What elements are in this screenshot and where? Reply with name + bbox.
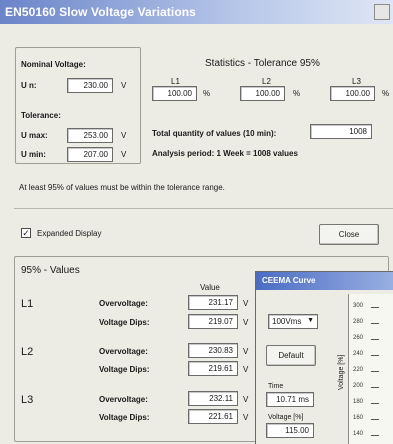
nominal-voltage-label: Nominal Voltage: bbox=[21, 60, 86, 69]
l3-overvoltage-value: 232.11 bbox=[188, 391, 238, 406]
l1-overvoltage-value: 231.17 bbox=[188, 295, 238, 310]
divider bbox=[14, 208, 393, 209]
ceema-range-select-value: 100Vms bbox=[272, 317, 302, 326]
ceema-y-tick-mark bbox=[371, 307, 379, 308]
ceema-y-tick-label: 220 bbox=[353, 367, 364, 373]
umin-input[interactable]: 207.00 bbox=[67, 147, 113, 162]
l3-stat-label: L3 bbox=[352, 77, 361, 86]
ceema-y-tick-label: 280 bbox=[353, 319, 364, 325]
ceema-voltage-label: Voltage [%] bbox=[268, 414, 304, 421]
ceema-y-tick-mark bbox=[371, 419, 379, 420]
ceema-y-tick-mark bbox=[371, 323, 379, 324]
close-button[interactable]: Close bbox=[319, 224, 379, 245]
value-column-header: Value bbox=[200, 283, 220, 292]
l1-dips-unit: V bbox=[243, 318, 249, 327]
un-label: U n: bbox=[21, 81, 37, 90]
l2-stat-unit: % bbox=[293, 89, 301, 98]
l1-overvoltage-label: Overvoltage: bbox=[99, 299, 148, 308]
ceema-y-tick-label: 300 bbox=[353, 303, 364, 309]
l2-overvoltage-label: Overvoltage: bbox=[99, 347, 148, 356]
l1-overvoltage-unit: V bbox=[243, 299, 249, 308]
ceema-plot: 300280260240220200180160140120 bbox=[348, 294, 393, 444]
l2-label: L2 bbox=[21, 346, 34, 358]
umax-unit: V bbox=[121, 131, 127, 140]
umin-unit: V bbox=[121, 150, 127, 159]
ceema-y-tick-mark bbox=[371, 403, 379, 404]
ceema-y-tick-label: 200 bbox=[353, 383, 364, 389]
main-window: EN50160 Slow Voltage Variations Nominal … bbox=[0, 0, 393, 444]
ceema-title: CEEMA Curve bbox=[262, 276, 316, 285]
chevron-down-icon: ▼ bbox=[307, 317, 314, 324]
l3-dips-label: Voltage Dips: bbox=[99, 413, 150, 422]
ceema-y-tick-label: 140 bbox=[353, 431, 364, 437]
analysis-period-text: Analysis period: 1 Week = 1008 values bbox=[152, 149, 298, 158]
ceema-y-axis-label: Voltage [%] bbox=[338, 354, 345, 390]
tolerance-note: At least 95% of values must be within th… bbox=[19, 183, 225, 192]
l3-label: L3 bbox=[21, 394, 34, 406]
ceema-time-label: Time bbox=[268, 383, 284, 390]
umax-label: U max: bbox=[21, 131, 48, 140]
l1-label: L1 bbox=[21, 298, 34, 310]
l3-overvoltage-label: Overvoltage: bbox=[99, 395, 148, 404]
ceema-time-input[interactable]: 10.71 ms bbox=[266, 392, 314, 407]
statistics-title: Statistics - Tolerance 95% bbox=[205, 58, 320, 69]
expanded-display-label: Expanded Display bbox=[37, 229, 102, 238]
l3-dips-value: 221.61 bbox=[188, 409, 238, 424]
l3-stat-value: 100.00 bbox=[330, 86, 375, 101]
l2-overvoltage-unit: V bbox=[243, 347, 249, 356]
l2-stat-value: 100.00 bbox=[240, 86, 285, 101]
ceema-default-button[interactable]: Default bbox=[266, 345, 316, 366]
ceema-y-tick-mark bbox=[371, 355, 379, 356]
umax-input[interactable]: 253.00 bbox=[67, 128, 113, 143]
ceema-y-tick-mark bbox=[371, 371, 379, 372]
total-quantity-value: 1008 bbox=[310, 124, 372, 139]
l2-dips-unit: V bbox=[243, 365, 249, 374]
umin-label: U min: bbox=[21, 150, 46, 159]
values-95-title: 95% - Values bbox=[21, 265, 80, 276]
l2-stat-label: L2 bbox=[262, 77, 271, 86]
l1-dips-value: 219.07 bbox=[188, 314, 238, 329]
ceema-y-tick-label: 180 bbox=[353, 399, 364, 405]
total-quantity-label: Total quantity of values (10 min): bbox=[152, 129, 277, 138]
ceema-y-tick-label: 240 bbox=[353, 351, 364, 357]
l1-stat-value: 100.00 bbox=[152, 86, 197, 101]
l1-stat-unit: % bbox=[203, 89, 211, 98]
ceema-y-tick-mark bbox=[371, 387, 379, 388]
ceema-y-tick-label: 160 bbox=[353, 415, 364, 421]
ceema-y-tick-label: 260 bbox=[353, 335, 364, 341]
ceema-y-tick-mark bbox=[371, 339, 379, 340]
expanded-display-checkbox[interactable]: ✓ bbox=[21, 228, 31, 238]
ceema-y-tick-mark bbox=[371, 435, 379, 436]
l1-dips-label: Voltage Dips: bbox=[99, 318, 150, 327]
title-bar-button[interactable] bbox=[374, 4, 390, 20]
l3-dips-unit: V bbox=[243, 413, 249, 422]
tolerance-label: Tolerance: bbox=[21, 111, 61, 120]
ceema-curve-window[interactable]: CEEMA Curve 100Vms ▼ Default Time 10.71 … bbox=[255, 271, 393, 444]
ceema-title-bar: CEEMA Curve bbox=[256, 272, 393, 290]
title-bar: EN50160 Slow Voltage Variations bbox=[0, 0, 393, 24]
l3-overvoltage-unit: V bbox=[243, 395, 249, 404]
window-title: EN50160 Slow Voltage Variations bbox=[5, 5, 196, 19]
un-input[interactable]: 230.00 bbox=[67, 78, 113, 93]
l2-dips-value: 219.61 bbox=[188, 361, 238, 376]
l2-dips-label: Voltage Dips: bbox=[99, 365, 150, 374]
l3-stat-unit: % bbox=[382, 89, 390, 98]
un-unit: V bbox=[121, 81, 127, 90]
ceema-range-select[interactable]: 100Vms ▼ bbox=[268, 314, 318, 329]
l1-stat-label: L1 bbox=[171, 77, 180, 86]
l2-overvoltage-value: 230.83 bbox=[188, 343, 238, 358]
ceema-voltage-input[interactable]: 115.00 bbox=[266, 423, 314, 438]
